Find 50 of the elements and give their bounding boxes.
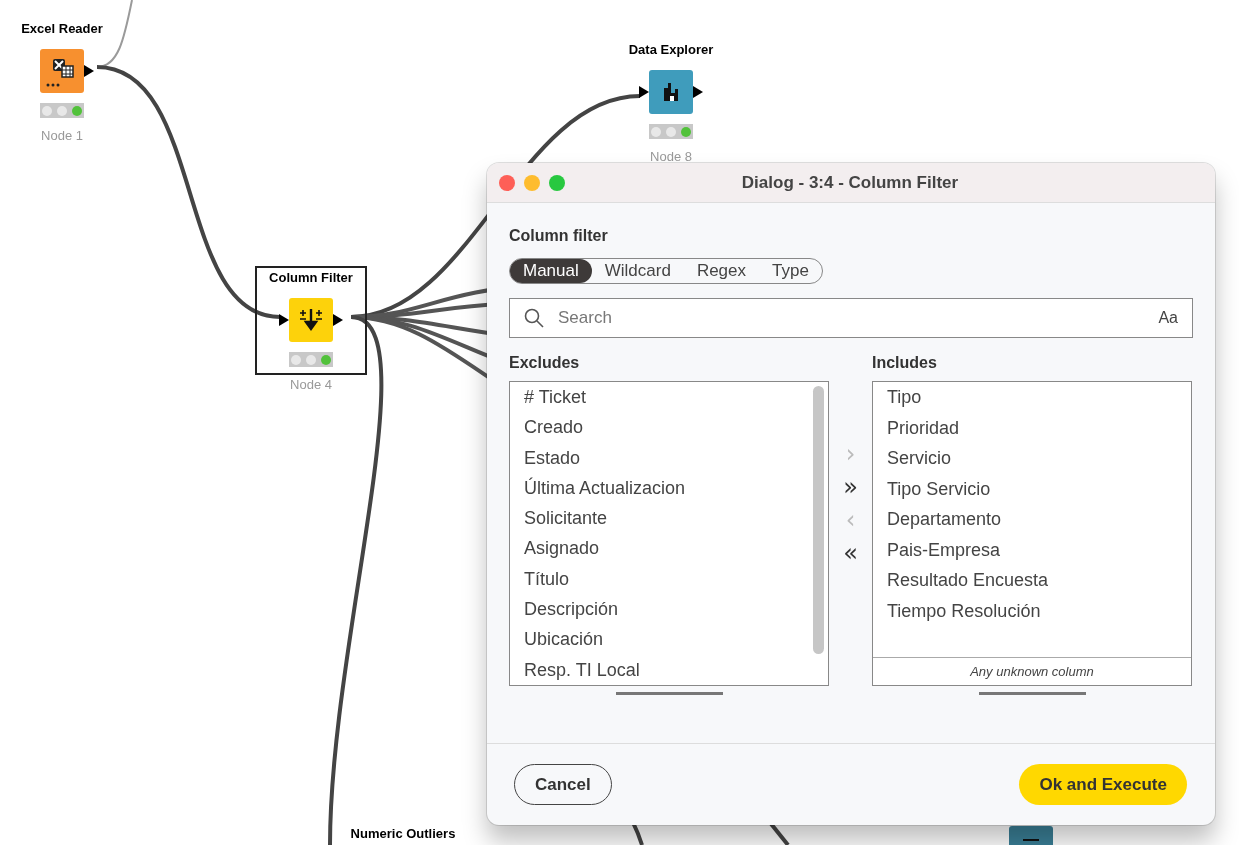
node-title: Data Explorer — [628, 42, 714, 58]
list-item[interactable]: Título — [510, 563, 828, 595]
list-item[interactable]: Solicitante — [510, 503, 828, 534]
list-label: Includes — [872, 354, 938, 373]
list-item[interactable]: Resp. TI Local — [510, 654, 828, 685]
list-item[interactable]: Tiempo Resolución — [873, 595, 1191, 626]
chart-icon[interactable] — [649, 70, 693, 114]
list-item[interactable]: Servicio — [873, 443, 1191, 474]
mode-tab[interactable]: Manual — [510, 259, 592, 283]
filter-arrows-icon[interactable] — [289, 298, 333, 342]
list-item[interactable]: Tipo — [873, 382, 1191, 413]
list-item[interactable]: Creado — [510, 412, 828, 443]
list-item[interactable]: Descripción — [510, 594, 828, 625]
ok-button[interactable]: Ok and Execute — [1019, 764, 1187, 805]
output-port-icon[interactable] — [333, 314, 343, 326]
list-item[interactable]: Tipo Servicio — [873, 473, 1191, 504]
output-port-icon[interactable] — [84, 65, 94, 77]
output-port-icon[interactable] — [693, 86, 703, 98]
resize-handle[interactable] — [615, 692, 723, 695]
node-label: Node 4 — [290, 377, 332, 392]
list-item[interactable]: # Ticket — [510, 382, 828, 413]
mode-tab[interactable]: Regex — [683, 259, 760, 283]
list-item[interactable]: Resultado Encuesta — [873, 565, 1191, 596]
search-field[interactable]: Search Aa — [509, 298, 1193, 338]
node-label: Node 8 — [650, 149, 692, 164]
list-item[interactable]: Prioridad — [873, 412, 1191, 443]
list-item[interactable]: Ubicación — [510, 624, 828, 655]
list-label: Excludes — [509, 354, 581, 373]
spreadsheet-icon[interactable] — [40, 49, 84, 93]
mode-tab[interactable]: Wildcard — [591, 259, 684, 283]
list-footer: Any unknown column — [873, 657, 1191, 685]
list-item[interactable]: Estado — [510, 442, 828, 473]
search-icon — [524, 308, 544, 328]
list-item[interactable]: Última Actualizacion — [510, 472, 828, 504]
move-button[interactable]: » — [843, 473, 858, 502]
list-item[interactable]: Pais-Empresa — [873, 534, 1191, 565]
window-title: Dialog - 3:4 - Column Filter — [741, 172, 959, 192]
list-item[interactable]: Asignado — [510, 533, 828, 564]
node-title: Numeric Outliers — [350, 826, 456, 842]
section-label: Column filter — [509, 227, 609, 245]
list-item[interactable]: Departamento — [873, 504, 1191, 535]
node-title: Column Filter — [269, 270, 353, 286]
node-label: Node 1 — [41, 128, 83, 143]
scrollbar-thumb[interactable] — [813, 386, 824, 654]
mode-tab[interactable]: Type — [759, 259, 822, 283]
move-button[interactable]: « — [843, 539, 858, 568]
node-title: Excel Reader — [21, 21, 103, 37]
close-icon[interactable] — [499, 174, 515, 191]
resize-handle[interactable] — [978, 692, 1086, 695]
case-sensitive-toggle[interactable]: Aa — [1158, 309, 1178, 327]
